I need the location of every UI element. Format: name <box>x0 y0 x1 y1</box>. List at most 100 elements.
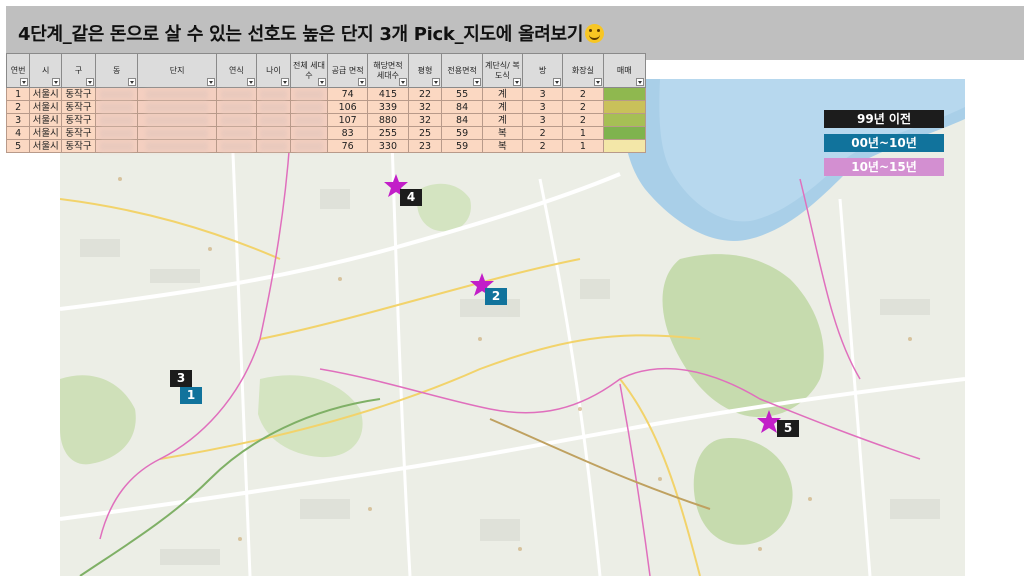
cell-dong-redacted[interactable] <box>94 126 139 140</box>
marker-label-2[interactable]: 2 <box>485 288 507 305</box>
col-header[interactable]: 계단식/ 복도식 <box>481 53 524 88</box>
cell-gu[interactable]: 동작구 <box>61 100 96 114</box>
filter-dropdown-icon[interactable] <box>280 78 289 86</box>
cell-year-redacted[interactable] <box>215 139 258 153</box>
cell-price-redacted[interactable] <box>602 126 647 140</box>
filter-dropdown-icon[interactable] <box>432 78 441 86</box>
cell-households[interactable]: 415 <box>367 87 409 101</box>
cell-price-redacted[interactable] <box>602 113 647 127</box>
filter-dropdown-icon[interactable] <box>358 78 367 86</box>
cell-exclusive[interactable]: 84 <box>441 100 483 114</box>
filter-dropdown-icon[interactable] <box>553 78 562 86</box>
cell-no[interactable]: 2 <box>5 100 31 114</box>
cell-complex-redacted[interactable] <box>137 113 217 127</box>
cell-dong-redacted[interactable] <box>94 100 139 114</box>
col-header[interactable]: 나이 <box>256 53 291 88</box>
col-header[interactable]: 구 <box>61 53 96 88</box>
cell-year-redacted[interactable] <box>215 113 258 127</box>
col-header[interactable]: 시 <box>29 53 63 88</box>
cell-exclusive[interactable]: 55 <box>441 87 483 101</box>
col-header[interactable]: 전용면적 <box>441 53 483 88</box>
cell-city[interactable]: 서울시 <box>29 139 63 153</box>
cell-exclusive[interactable]: 59 <box>441 139 483 153</box>
cell-supply[interactable]: 83 <box>327 126 369 140</box>
filter-dropdown-icon[interactable] <box>398 78 407 86</box>
col-header[interactable]: 연식 <box>215 53 258 88</box>
cell-type[interactable]: 복 <box>481 139 524 153</box>
col-header[interactable]: 공급 면적 <box>327 53 369 88</box>
col-header[interactable]: 매매 <box>602 53 647 88</box>
cell-type[interactable]: 계 <box>481 113 524 127</box>
cell-total-redacted[interactable] <box>289 87 329 101</box>
cell-complex-redacted[interactable] <box>137 139 217 153</box>
cell-price-redacted[interactable] <box>602 100 647 114</box>
col-header[interactable]: 연번 <box>5 53 31 88</box>
cell-baths[interactable]: 2 <box>562 87 604 101</box>
col-header[interactable]: 화장실 <box>562 53 604 88</box>
cell-exclusive[interactable]: 84 <box>441 113 483 127</box>
cell-age-redacted[interactable] <box>256 87 291 101</box>
cell-pyeong[interactable]: 32 <box>407 113 443 127</box>
cell-households[interactable]: 339 <box>367 100 409 114</box>
col-header[interactable]: 해당면적 세대수 <box>367 53 409 88</box>
filter-dropdown-icon[interactable] <box>128 78 137 86</box>
cell-pyeong[interactable]: 32 <box>407 100 443 114</box>
cell-dong-redacted[interactable] <box>94 87 139 101</box>
cell-age-redacted[interactable] <box>256 126 291 140</box>
cell-exclusive[interactable]: 59 <box>441 126 483 140</box>
cell-year-redacted[interactable] <box>215 100 258 114</box>
cell-supply[interactable]: 106 <box>327 100 369 114</box>
cell-pyeong[interactable]: 23 <box>407 139 443 153</box>
col-header[interactable]: 방 <box>521 53 564 88</box>
cell-gu[interactable]: 동작구 <box>61 87 96 101</box>
filter-dropdown-icon[interactable] <box>472 78 481 86</box>
cell-type[interactable]: 계 <box>481 100 524 114</box>
filter-dropdown-icon[interactable] <box>513 78 521 86</box>
cell-supply[interactable]: 74 <box>327 87 369 101</box>
cell-households[interactable]: 255 <box>367 126 409 140</box>
cell-total-redacted[interactable] <box>289 139 329 153</box>
cell-age-redacted[interactable] <box>256 100 291 114</box>
filter-dropdown-icon[interactable] <box>247 78 256 86</box>
cell-rooms[interactable]: 2 <box>521 126 564 140</box>
marker-label-3[interactable]: 3 <box>170 370 192 387</box>
cell-pyeong[interactable]: 25 <box>407 126 443 140</box>
filter-dropdown-icon[interactable] <box>593 78 602 86</box>
cell-supply[interactable]: 76 <box>327 139 369 153</box>
marker-label-5[interactable]: 5 <box>777 420 799 437</box>
col-header[interactable]: 단지 <box>137 53 217 88</box>
cell-no[interactable]: 3 <box>5 113 31 127</box>
cell-no[interactable]: 4 <box>5 126 31 140</box>
filter-dropdown-icon[interactable] <box>636 78 644 86</box>
cell-gu[interactable]: 동작구 <box>61 139 96 153</box>
cell-dong-redacted[interactable] <box>94 139 139 153</box>
filter-dropdown-icon[interactable] <box>206 78 215 86</box>
col-header[interactable]: 평형 <box>407 53 443 88</box>
cell-households[interactable]: 330 <box>367 139 409 153</box>
cell-baths[interactable]: 2 <box>562 113 604 127</box>
col-header[interactable]: 동 <box>94 53 139 88</box>
cell-rooms[interactable]: 2 <box>521 139 564 153</box>
cell-year-redacted[interactable] <box>215 126 258 140</box>
filter-dropdown-icon[interactable] <box>52 78 61 86</box>
marker-label-4[interactable]: 4 <box>400 189 422 206</box>
cell-city[interactable]: 서울시 <box>29 100 63 114</box>
cell-pyeong[interactable]: 22 <box>407 87 443 101</box>
filter-dropdown-icon[interactable] <box>86 78 94 86</box>
cell-no[interactable]: 5 <box>5 139 31 153</box>
filter-dropdown-icon[interactable] <box>20 78 29 86</box>
col-header[interactable]: 전체 세대수 <box>289 53 329 88</box>
cell-type[interactable]: 복 <box>481 126 524 140</box>
cell-complex-redacted[interactable] <box>137 87 217 101</box>
cell-city[interactable]: 서울시 <box>29 126 63 140</box>
marker-label-1[interactable]: 1 <box>180 387 202 404</box>
cell-gu[interactable]: 동작구 <box>61 126 96 140</box>
cell-no[interactable]: 1 <box>5 87 31 101</box>
cell-age-redacted[interactable] <box>256 113 291 127</box>
cell-total-redacted[interactable] <box>289 100 329 114</box>
cell-city[interactable]: 서울시 <box>29 113 63 127</box>
cell-complex-redacted[interactable] <box>137 100 217 114</box>
cell-rooms[interactable]: 3 <box>521 113 564 127</box>
cell-baths[interactable]: 1 <box>562 139 604 153</box>
cell-supply[interactable]: 107 <box>327 113 369 127</box>
